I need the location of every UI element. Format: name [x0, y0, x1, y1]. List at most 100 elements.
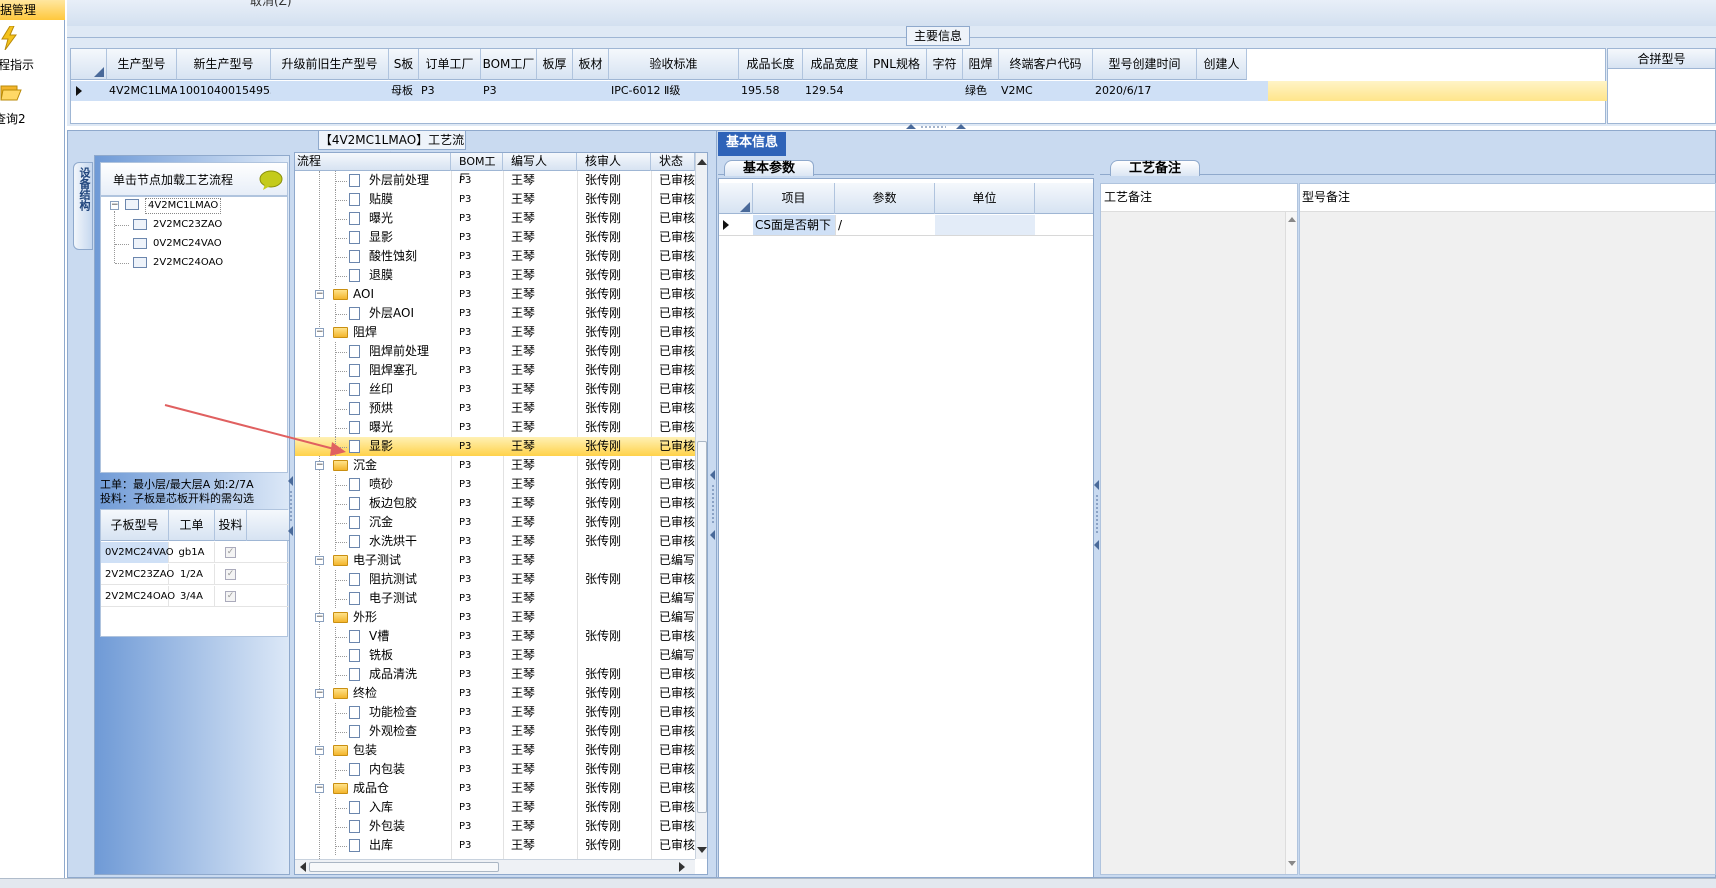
collapse-icon[interactable]: − — [315, 290, 324, 299]
grid-cell[interactable]: P3 — [421, 81, 481, 101]
process-step-row[interactable]: 功能检查 P3 王琴 张传刚 已审核 — [295, 703, 695, 722]
grid-cell[interactable]: P3 — [483, 81, 537, 101]
tab-basic-params[interactable]: 基本参数 — [724, 160, 814, 176]
tab-process-remark[interactable]: 工艺备注 — [1110, 160, 1200, 176]
collapse-icon[interactable]: − — [315, 689, 324, 698]
grid-cell[interactable]: 4V2MC1LMAO — [109, 81, 177, 101]
tree-node[interactable]: 2V2MC24OAO — [101, 255, 289, 273]
model-remark-box[interactable]: 型号备注 — [1299, 183, 1716, 875]
column-header[interactable]: 新生产型号 — [177, 49, 271, 80]
process-step-row[interactable]: 水洗烘干 P3 王琴 张传刚 已审核 — [295, 532, 695, 551]
column-header[interactable]: 成品宽度 — [803, 49, 867, 80]
grid-cell[interactable]: 10010400154955 — [179, 81, 271, 101]
table-row[interactable]: 2V2MC24OAO 3/4A ✓ — [101, 586, 289, 607]
process-step-row[interactable]: V槽 P3 王琴 张传刚 已审核 — [295, 627, 695, 646]
process-step-row[interactable]: 酸性蚀刻 P3 王琴 张传刚 已审核 — [295, 247, 695, 266]
scroll-down-icon[interactable] — [697, 845, 708, 855]
column-header[interactable]: 升级前旧生产型号 — [271, 49, 389, 80]
column-header[interactable]: 参数 — [835, 183, 935, 214]
scroll-right-icon[interactable] — [677, 862, 687, 873]
grid-cell[interactable]: 母板 — [391, 81, 419, 101]
process-step-row[interactable]: 预烘 P3 王琴 张传刚 已审核 — [295, 399, 695, 418]
column-header[interactable]: 流程 — [295, 153, 451, 171]
process-step-row[interactable]: 退膜 P3 王琴 张传刚 已审核 — [295, 266, 695, 285]
collapse-icon[interactable]: − — [315, 328, 324, 337]
grid-cell[interactable]: 绿色 — [965, 81, 999, 101]
table-row[interactable]: 2V2MC23ZAO 1/2A ✓ — [101, 564, 289, 585]
column-header[interactable]: 阻焊 — [963, 49, 999, 80]
nav-item-process-instruction[interactable]: 流程指示 — [0, 24, 65, 74]
column-header[interactable]: 编写人 — [503, 153, 577, 171]
column-header[interactable]: BOM工厂 — [481, 49, 537, 80]
column-header[interactable]: 字符 — [927, 49, 963, 80]
tree-root[interactable]: 4V2MC1LMAO — [145, 198, 222, 214]
tree-node[interactable]: 2V2MC23ZAO — [101, 217, 289, 235]
cancel-button[interactable]: 取消(Z) — [250, 0, 292, 9]
table-row[interactable]: CS面是否朝下 / — [719, 215, 1093, 236]
process-step-row[interactable]: 阻焊塞孔 P3 王琴 张传刚 已审核 — [295, 361, 695, 380]
column-header[interactable]: 终端客户代码 — [999, 49, 1093, 80]
process-step-row[interactable]: 外观检查 P3 王琴 张传刚 已审核 — [295, 722, 695, 741]
process-step-row[interactable]: 外层AOI P3 王琴 张传刚 已审核 — [295, 304, 695, 323]
tree-node[interactable]: 0V2MC24VAO — [101, 236, 289, 254]
param-unit[interactable] — [935, 215, 1035, 235]
scroll-down-icon[interactable] — [1287, 860, 1297, 868]
column-header[interactable]: 子板型号 — [101, 510, 169, 541]
column-header[interactable]: 型号创建时间 — [1093, 49, 1197, 80]
grid-cell[interactable]: 2020/6/17 — [1095, 81, 1197, 101]
scroll-thumb[interactable] — [697, 441, 707, 813]
process-step-row[interactable]: 贴膜 P3 王琴 张传刚 已审核 — [295, 190, 695, 209]
horizontal-scrollbar[interactable] — [295, 859, 695, 874]
process-group-row[interactable]: − 阻焊 P3 王琴 张传刚 已审核 — [295, 323, 695, 342]
vertical-scrollbar[interactable] — [1285, 212, 1297, 874]
collapse-icon[interactable]: − — [110, 201, 119, 210]
table-row[interactable]: 4V2MC1LMAO10010400154955母板P3P3IPC-6012 Ⅱ… — [71, 81, 1607, 101]
process-group-row[interactable]: − 沉金 P3 王琴 张传刚 已审核 — [295, 456, 695, 475]
process-group-row[interactable]: − 外形 P3 王琴 已编写 — [295, 608, 695, 627]
column-header[interactable]: 单位 — [935, 183, 1035, 214]
scroll-up-icon[interactable] — [697, 157, 708, 167]
process-group-row[interactable]: − 电子测试 P3 王琴 已编写 — [295, 551, 695, 570]
column-header[interactable]: PNL规格 — [867, 49, 927, 80]
process-step-row[interactable]: 曝光 P3 王琴 张传刚 已审核 — [295, 418, 695, 437]
column-header[interactable]: 板厚 — [537, 49, 573, 80]
grid-cell[interactable]: 129.54 — [805, 81, 867, 101]
table-row[interactable]: 0V2MC24VAO gb1A ✓ — [101, 542, 289, 563]
process-step-row[interactable]: 铣板 P3 王琴 已编写 — [295, 646, 695, 665]
column-header[interactable]: 投料 — [215, 510, 247, 541]
collapse-icon[interactable]: − — [315, 461, 324, 470]
column-header[interactable]: 状态 — [651, 153, 695, 171]
feed-checkbox[interactable]: ✓ — [225, 591, 236, 602]
column-header[interactable]: 订单工厂 — [419, 49, 481, 80]
process-step-row[interactable]: 显影 P3 王琴 张传刚 已审核 — [295, 437, 695, 456]
column-header[interactable]: BOM工厂 — [451, 153, 503, 185]
process-group-row[interactable]: − 成品仓 P3 王琴 张传刚 已审核 — [295, 779, 695, 798]
column-header[interactable]: 项目 — [753, 183, 835, 214]
feed-checkbox[interactable]: ✓ — [225, 569, 236, 580]
column-header[interactable]: 工单 — [169, 510, 215, 541]
grid-cell[interactable]: IPC-6012 Ⅱ级 — [611, 81, 739, 101]
feed-checkbox[interactable]: ✓ — [225, 547, 236, 558]
grid-cell[interactable]: V2MC — [1001, 81, 1093, 101]
param-value[interactable]: / — [835, 215, 935, 235]
vertical-scrollbar[interactable] — [695, 153, 708, 859]
column-header[interactable]: 验收标准 — [609, 49, 739, 80]
process-step-row[interactable]: 电子测试 P3 王琴 已编写 — [295, 589, 695, 608]
process-step-row[interactable]: 沉金 P3 王琴 张传刚 已审核 — [295, 513, 695, 532]
column-header[interactable]: 板材 — [573, 49, 609, 80]
process-step-row[interactable]: 阻焊前处理 P3 王琴 张传刚 已审核 — [295, 342, 695, 361]
process-step-row[interactable]: 成品清洗 P3 王琴 张传刚 已审核 — [295, 665, 695, 684]
param-item[interactable]: CS面是否朝下 — [753, 215, 835, 235]
column-header[interactable]: 成品长度 — [739, 49, 803, 80]
process-step-row[interactable]: 入库 P3 王琴 张传刚 已审核 — [295, 798, 695, 817]
collapse-icon[interactable]: − — [315, 613, 324, 622]
scroll-thumb[interactable] — [309, 862, 499, 872]
process-step-row[interactable]: 阻抗测试 P3 王琴 张传刚 已审核 — [295, 570, 695, 589]
collapse-icon[interactable]: − — [315, 556, 324, 565]
process-group-row[interactable]: − 终检 P3 王琴 张传刚 已审核 — [295, 684, 695, 703]
process-step-row[interactable]: 外包装 P3 王琴 张传刚 已审核 — [295, 817, 695, 836]
process-group-row[interactable]: − 包装 P3 王琴 张传刚 已审核 — [295, 741, 695, 760]
process-remark-box[interactable]: 工艺备注 — [1100, 183, 1298, 875]
grid-cell[interactable]: 195.58 — [741, 81, 803, 101]
nav-item-data-management[interactable]: 数据管理 — [0, 0, 65, 20]
